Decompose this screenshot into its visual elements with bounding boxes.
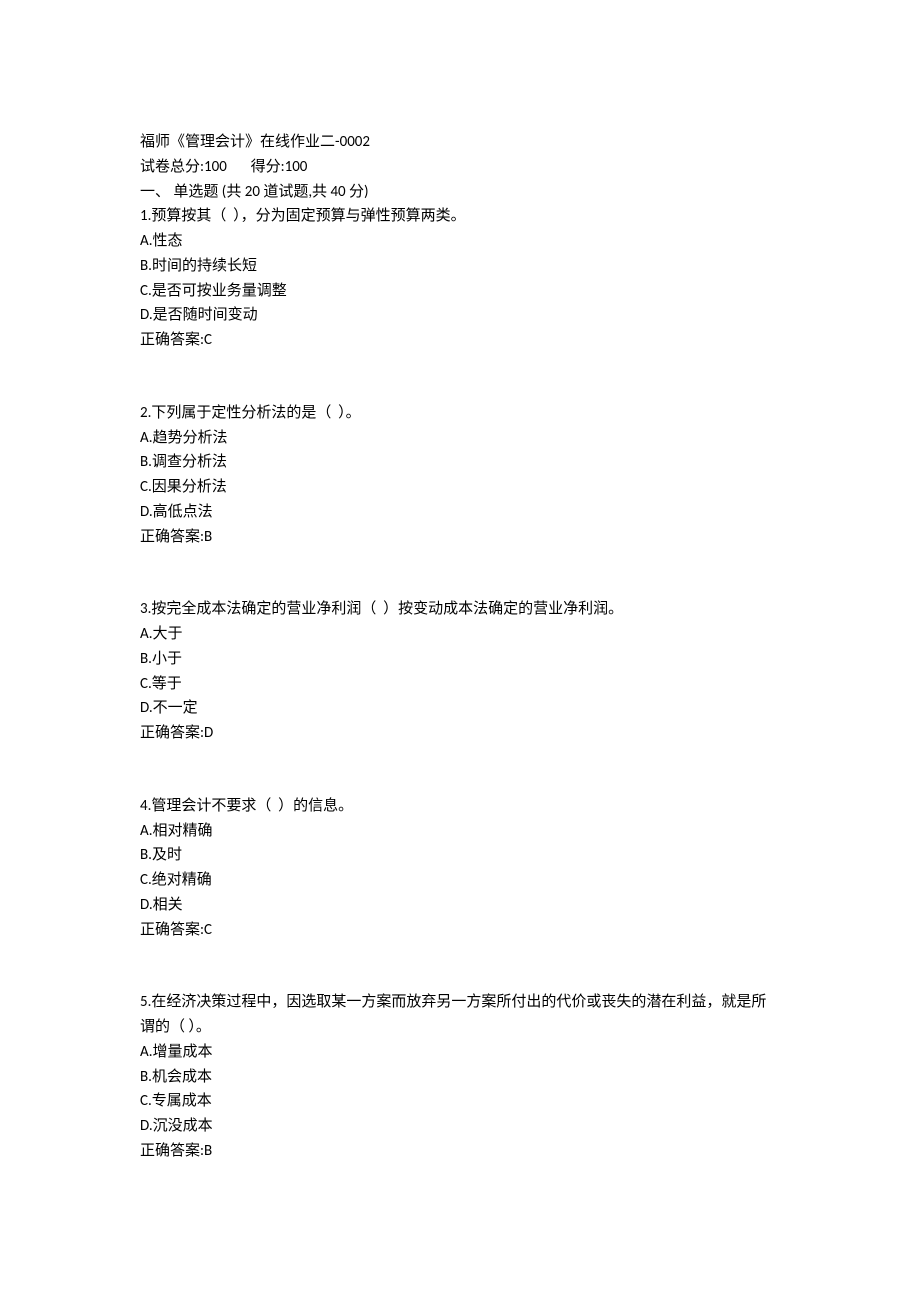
question-1: 1.预算按其（ ），分为固定预算与弹性预算两类。 A.性态 B.时间的持续长短 … [140, 204, 780, 353]
option-a: A.相对精确 [140, 819, 780, 844]
answer-line: 正确答案:C [140, 328, 780, 353]
answer-line: 正确答案:B [140, 525, 780, 550]
answer-line: 正确答案:D [140, 721, 780, 746]
answer-label: 正确答案: [140, 528, 204, 546]
question-text: 在经济决策过程中，因选取某一方案而放弃另一方案所付出的代价或丧失的潜在利益，就是… [140, 993, 766, 1036]
answer-line: 正确答案:C [140, 918, 780, 943]
option-d: D.高低点法 [140, 500, 780, 525]
total-score-value: 100 [204, 158, 227, 176]
answer-label: 正确答案: [140, 1142, 204, 1160]
got-score-value: 100 [285, 158, 308, 176]
question-stem: 3.按完全成本法确定的营业净利润（ ）按变动成本法确定的营业净利润。 [140, 597, 780, 622]
answer-label: 正确答案: [140, 724, 204, 742]
answer-label: 正确答案: [140, 921, 204, 939]
option-b: B.时间的持续长短 [140, 254, 780, 279]
score-line: 试卷总分:100 得分:100 [140, 155, 780, 180]
question-stem: 2.下列属于定性分析法的是（ ）。 [140, 401, 780, 426]
question-stem: 1.预算按其（ ），分为固定预算与弹性预算两类。 [140, 204, 780, 229]
option-d: D.不一定 [140, 696, 780, 721]
option-d: D.沉没成本 [140, 1114, 780, 1139]
answer-value: B [204, 1142, 212, 1160]
answer-value: D [204, 724, 213, 742]
option-b: B.及时 [140, 843, 780, 868]
section-title: 一、 单选题 (共 20 道试题,共 40 分) [140, 180, 780, 205]
question-number: 3. [140, 600, 151, 618]
option-b: B.机会成本 [140, 1065, 780, 1090]
option-c: C.等于 [140, 672, 780, 697]
answer-line: 正确答案:B [140, 1139, 780, 1164]
answer-value: C [204, 921, 212, 939]
question-text: 下列属于定性分析法的是（ ）。 [151, 404, 360, 422]
option-c: C.是否可按业务量调整 [140, 279, 780, 304]
option-a: A.趋势分析法 [140, 426, 780, 451]
question-text: 预算按其（ ），分为固定预算与弹性预算两类。 [151, 207, 465, 225]
question-stem: 4.管理会计不要求（ ）的信息。 [140, 794, 780, 819]
question-4: 4.管理会计不要求（ ）的信息。 A.相对精确 B.及时 C.绝对精确 D.相关… [140, 794, 780, 943]
question-number: 4. [140, 797, 151, 815]
answer-value: C [204, 331, 212, 349]
option-a: A.增量成本 [140, 1040, 780, 1065]
question-text: 按完全成本法确定的营业净利润（ ）按变动成本法确定的营业净利润。 [151, 600, 623, 618]
exam-title: 福师《管理会计》在线作业二-0002 [140, 130, 780, 155]
option-a: A.性态 [140, 229, 780, 254]
question-number: 5. [140, 993, 151, 1011]
option-a: A.大于 [140, 622, 780, 647]
got-score-label: 得分: [251, 158, 285, 176]
answer-value: B [204, 528, 212, 546]
question-number: 1. [140, 207, 151, 225]
question-2: 2.下列属于定性分析法的是（ ）。 A.趋势分析法 B.调查分析法 C.因果分析… [140, 401, 780, 550]
option-b: B.调查分析法 [140, 450, 780, 475]
option-d: D.相关 [140, 893, 780, 918]
option-b: B.小于 [140, 647, 780, 672]
answer-label: 正确答案: [140, 331, 204, 349]
question-3: 3.按完全成本法确定的营业净利润（ ）按变动成本法确定的营业净利润。 A.大于 … [140, 597, 780, 746]
question-stem: 5.在经济决策过程中，因选取某一方案而放弃另一方案所付出的代价或丧失的潜在利益，… [140, 990, 780, 1040]
question-5: 5.在经济决策过程中，因选取某一方案而放弃另一方案所付出的代价或丧失的潜在利益，… [140, 990, 780, 1163]
option-c: C.因果分析法 [140, 475, 780, 500]
document-header: 福师《管理会计》在线作业二-0002 试卷总分:100 得分:100 一、 单选… [140, 130, 780, 204]
total-score-label: 试卷总分: [140, 158, 204, 176]
option-c: C.绝对精确 [140, 868, 780, 893]
question-text: 管理会计不要求（ ）的信息。 [151, 797, 353, 815]
option-d: D.是否随时间变动 [140, 303, 780, 328]
option-c: C.专属成本 [140, 1089, 780, 1114]
question-number: 2. [140, 404, 151, 422]
